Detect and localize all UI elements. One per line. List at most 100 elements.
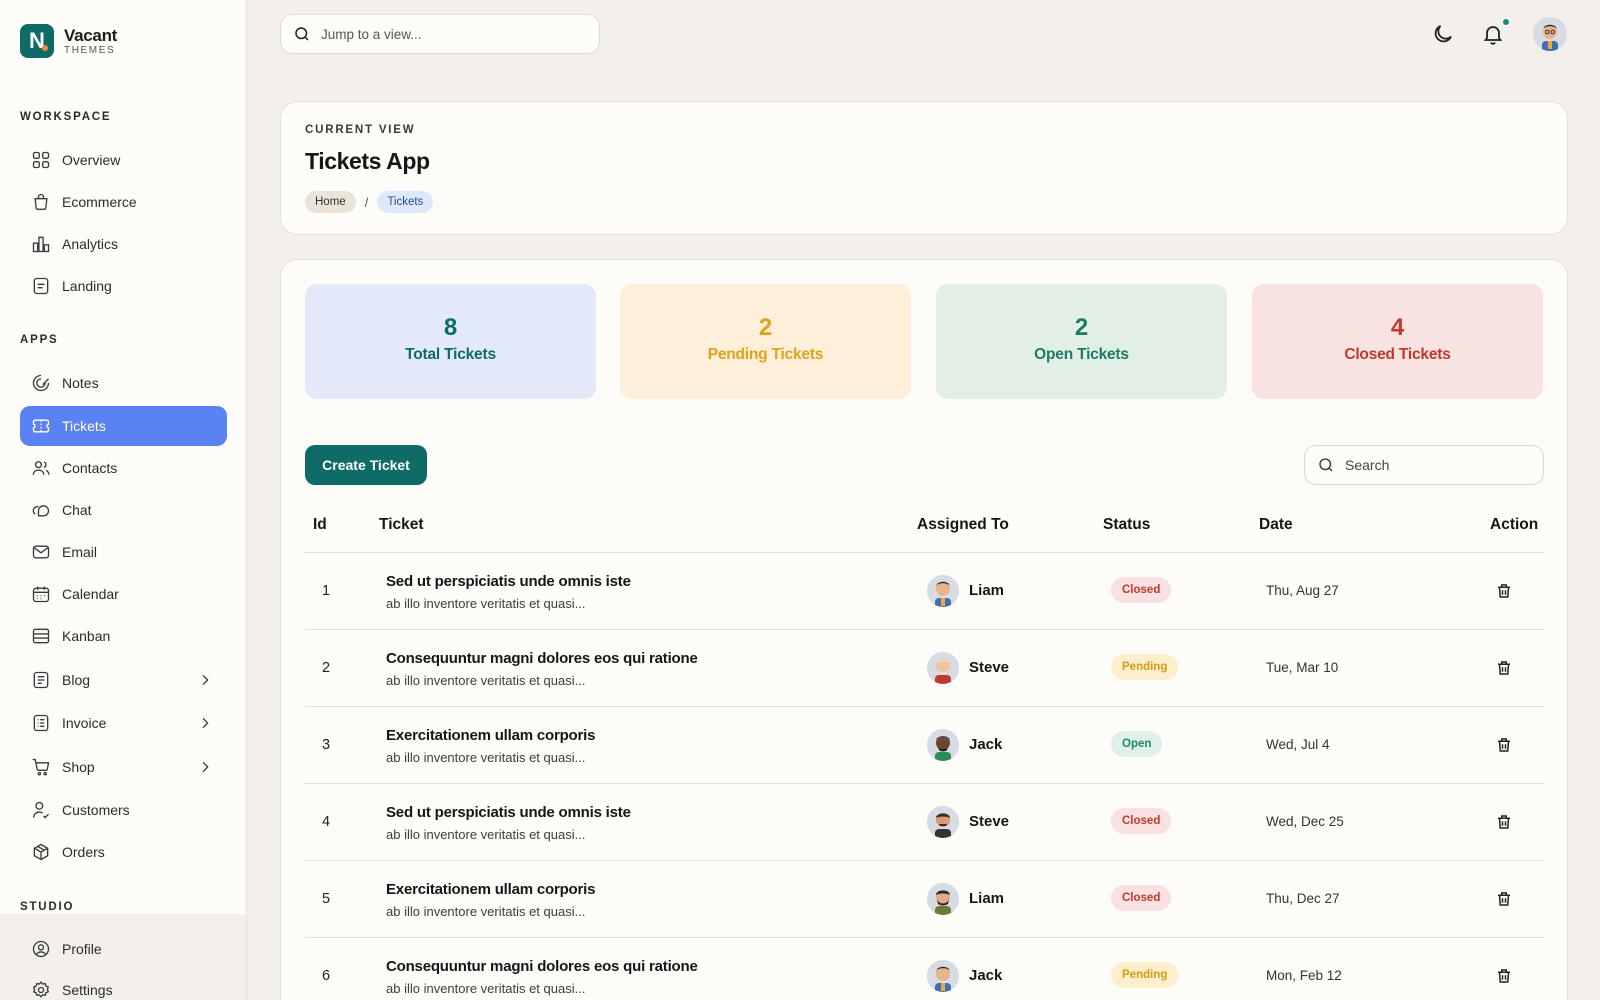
table-row[interactable]: 5 Exercitationem ullam corporis ab illo … [305, 860, 1544, 937]
sidebar-item-email[interactable]: Email [20, 532, 227, 572]
trash-icon[interactable] [1495, 890, 1513, 908]
sidebar-item-label: Orders [62, 844, 105, 860]
avatar-illustration [927, 883, 959, 915]
table-row[interactable]: 4 Sed ut perspiciatis unde omnis iste ab… [305, 783, 1544, 860]
ticket-date: Wed, Jul 4 [1266, 737, 1330, 752]
avatar-illustration [927, 575, 959, 607]
section-label-workspace: WORKSPACE [20, 111, 112, 123]
ticket-search-input[interactable] [1345, 457, 1535, 473]
ticket-title[interactable]: Sed ut perspiciatis unde omnis iste [386, 573, 631, 590]
bar-chart-icon [32, 236, 50, 253]
sidebar-item-label: Notes [62, 375, 99, 391]
user-avatar[interactable] [1533, 17, 1567, 51]
table-row[interactable]: 1 Sed ut perspiciatis unde omnis iste ab… [305, 552, 1544, 629]
ticket-id: 3 [322, 737, 331, 753]
trash-icon[interactable] [1495, 967, 1513, 985]
ticket-title[interactable]: Exercitationem ullam corporis [386, 881, 595, 898]
brand-sub: THEMES [64, 44, 116, 56]
bag-icon [34, 193, 48, 211]
sidebar-item-landing[interactable]: Landing [20, 266, 227, 306]
column-header-status[interactable]: Status [1103, 516, 1150, 534]
document-icon [33, 277, 49, 295]
brand[interactable]: N Vacant THEMES [20, 24, 117, 58]
table-row[interactable]: 3 Exercitationem ullam corporis ab illo … [305, 706, 1544, 783]
create-ticket-button[interactable]: Create Ticket [305, 445, 427, 485]
sidebar-item-tickets[interactable]: Tickets [20, 406, 227, 446]
sidebar-item-orders[interactable]: Orders [20, 832, 227, 872]
column-header-assigned-to[interactable]: Assigned To [917, 516, 1009, 534]
stat-value: 2 [758, 314, 773, 341]
sidebar-item-customers[interactable]: Customers [20, 790, 227, 830]
breadcrumb-home[interactable]: Home [305, 191, 356, 213]
cart-icon [32, 758, 50, 776]
sidebar-item-settings[interactable]: Settings [20, 970, 227, 1000]
ticket-description: ab illo inventore veritatis et quasi... [386, 673, 586, 688]
sidebar-item-calendar[interactable]: Calendar [20, 574, 227, 614]
section-label-apps: APPS [20, 334, 59, 346]
chat-icon [32, 505, 50, 517]
global-search-input[interactable] [321, 26, 571, 42]
moon-icon[interactable] [1431, 22, 1455, 46]
assignee-name: Liam [969, 582, 1005, 599]
column-header-ticket[interactable]: Ticket [379, 516, 424, 534]
assignee-avatar [927, 575, 959, 607]
assignee-name: Steve [969, 813, 1010, 830]
ticket-date: Tue, Mar 10 [1266, 660, 1339, 675]
table-row[interactable]: 6 Consequuntur magni dolores eos qui rat… [305, 937, 1544, 1000]
trash-icon[interactable] [1495, 813, 1513, 831]
assignee-avatar [927, 960, 959, 992]
sidebar-item-label: Shop [62, 759, 95, 775]
avatar-illustration [927, 960, 959, 992]
ticket-description: ab illo inventore veritatis et quasi... [386, 750, 586, 765]
sidebar-item-contacts[interactable]: Contacts [20, 448, 227, 488]
stat-total-tickets[interactable]: 8 Total Tickets [305, 284, 596, 399]
ticket-date: Thu, Aug 27 [1266, 583, 1339, 598]
sidebar-item-label: Email [62, 544, 98, 560]
search-icon [295, 27, 309, 41]
bell-icon[interactable] [1481, 22, 1505, 46]
global-search[interactable] [280, 14, 600, 54]
ticket-date: Mon, Feb 12 [1266, 968, 1342, 983]
assignee-avatar [927, 729, 959, 761]
ticket-title[interactable]: Exercitationem ullam corporis [386, 727, 595, 744]
sidebar-item-shop[interactable]: Shop [20, 747, 227, 787]
sidebar-item-notes[interactable]: Notes [20, 363, 227, 403]
breadcrumb-separator: / [364, 194, 369, 210]
ticket-title[interactable]: Consequuntur magni dolores eos qui ratio… [386, 958, 698, 975]
sidebar-item-invoice[interactable]: Invoice [20, 703, 227, 743]
column-header-id[interactable]: Id [313, 516, 327, 534]
ticket-title[interactable]: Consequuntur magni dolores eos qui ratio… [386, 650, 698, 667]
ticket-title[interactable]: Sed ut perspiciatis unde omnis iste [386, 804, 631, 821]
search-icon [1319, 458, 1333, 472]
stat-open-tickets[interactable]: 2 Open Tickets [936, 284, 1227, 399]
column-header-date[interactable]: Date [1259, 516, 1293, 534]
table-row[interactable]: 2 Consequuntur magni dolores eos qui rat… [305, 629, 1544, 706]
ticket-id: 1 [322, 583, 331, 599]
trash-icon[interactable] [1495, 659, 1513, 677]
sidebar-item-kanban[interactable]: Kanban [20, 616, 227, 656]
sidebar-item-ecommerce[interactable]: Ecommerce [20, 182, 227, 222]
sidebar-item-chat[interactable]: Chat [20, 490, 227, 530]
ticket-date: Wed, Dec 25 [1266, 814, 1344, 829]
sidebar-item-label: Chat [62, 502, 92, 518]
trash-icon[interactable] [1495, 582, 1513, 600]
sidebar-item-label: Analytics [62, 236, 119, 252]
stat-pending-tickets[interactable]: 2 Pending Tickets [620, 284, 911, 399]
sidebar-item-analytics[interactable]: Analytics [20, 224, 227, 264]
status-badge: Closed [1111, 885, 1172, 911]
stat-closed-tickets[interactable]: 4 Closed Tickets [1252, 284, 1543, 399]
stat-value: 8 [443, 314, 458, 341]
sidebar-item-label: Overview [62, 152, 121, 168]
assignee-name: Liam [969, 890, 1005, 907]
trash-icon[interactable] [1495, 736, 1513, 754]
users-icon [32, 461, 50, 475]
sidebar-item-label: Invoice [62, 715, 107, 731]
assignee-avatar [927, 883, 959, 915]
sidebar-item-overview[interactable]: Overview [20, 140, 227, 180]
ticket-search[interactable] [1304, 445, 1544, 485]
sidebar-item-label: Contacts [62, 460, 118, 476]
sidebar-item-label: Tickets [62, 418, 106, 434]
sidebar-item-blog[interactable]: Blog [20, 660, 227, 700]
sidebar: N Vacant THEMES WORKSPACE Overview Ecomm… [0, 0, 247, 1000]
sidebar-item-profile[interactable]: Profile [20, 929, 227, 969]
